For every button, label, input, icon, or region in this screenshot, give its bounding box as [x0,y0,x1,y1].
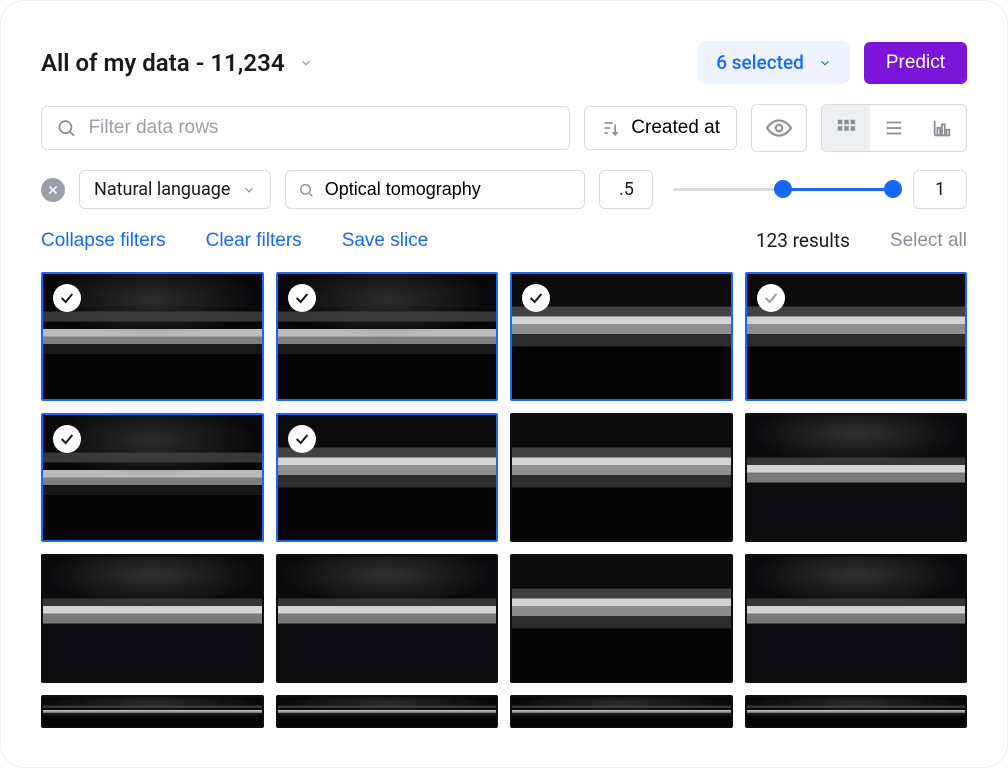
slider-fill [783,188,893,191]
selection-check[interactable] [53,284,81,312]
clear-filters-link[interactable]: Clear filters [206,230,302,252]
result-tile[interactable] [745,413,968,542]
check-icon [59,290,75,306]
slider-thumb-lo[interactable] [774,180,792,198]
selection-check[interactable] [288,284,316,312]
result-tile[interactable] [510,413,733,542]
selection-check[interactable] [53,425,81,453]
scan-thumbnail [43,697,262,726]
results-grid [41,272,967,728]
eye-icon [766,115,792,141]
selected-count-label: 6 selected [716,51,804,74]
visibility-button[interactable] [751,104,807,152]
predict-button[interactable]: Predict [864,42,967,84]
dataset-title: All of my data - 11,234 [41,49,285,77]
filter-rows-input[interactable] [89,117,556,139]
result-tile[interactable] [510,554,733,683]
nl-query-field[interactable] [285,170,585,209]
sort-icon [601,118,621,138]
search-icon [56,117,77,139]
scan-thumbnail [512,556,731,681]
scan-thumbnail [43,556,262,681]
filter-mode-dropdown[interactable]: Natural language [79,170,271,209]
list-icon [883,117,905,139]
view-mode-toggle [821,104,967,152]
selection-check[interactable] [757,284,785,312]
result-tile[interactable] [276,272,499,401]
chevron-down-icon [242,183,256,197]
bar-chart-icon [931,117,953,139]
range-max-box[interactable]: 1 [913,170,967,209]
result-tile[interactable] [745,272,968,401]
sort-label: Created at [631,117,720,139]
collapse-filters-link[interactable]: Collapse filters [41,230,166,252]
range-slider[interactable] [673,180,893,200]
search-icon [298,181,314,199]
result-tile[interactable] [41,413,264,542]
view-list-button[interactable] [870,105,918,151]
check-icon [59,431,75,447]
result-tile[interactable] [276,695,499,728]
result-tile[interactable] [41,554,264,683]
dataset-title-dropdown[interactable]: All of my data - 11,234 [41,49,313,77]
scan-thumbnail [512,697,731,726]
result-tile[interactable] [276,413,499,542]
clear-filter-button[interactable] [41,178,65,202]
slider-thumb-hi[interactable] [884,180,902,198]
select-all-link[interactable]: Select all [890,230,967,252]
selected-count-pill[interactable]: 6 selected [698,41,850,84]
result-tile[interactable] [41,272,264,401]
result-tile[interactable] [41,695,264,728]
grid-icon [835,117,857,139]
check-icon [294,431,310,447]
nl-query-input[interactable] [325,179,573,200]
scan-thumbnail [747,415,966,540]
sort-button[interactable]: Created at [584,106,737,150]
chevron-down-icon [818,56,832,70]
filter-rows-field[interactable] [41,106,570,150]
selection-check[interactable] [288,425,316,453]
view-grid-button[interactable] [822,105,870,151]
chevron-down-icon [299,56,313,70]
result-tile[interactable] [745,554,968,683]
results-count: 123 results [756,229,850,252]
scan-thumbnail [747,697,966,726]
result-tile[interactable] [745,695,968,728]
selection-check[interactable] [522,284,550,312]
scan-thumbnail [512,415,731,540]
check-icon [763,290,779,306]
range-min-box[interactable]: .5 [599,170,653,209]
filter-mode-label: Natural language [94,179,230,200]
scan-thumbnail [747,556,966,681]
result-tile[interactable] [510,272,733,401]
check-icon [294,290,310,306]
close-icon [47,184,59,196]
scan-thumbnail [278,556,497,681]
scan-thumbnail [278,697,497,726]
save-slice-link[interactable]: Save slice [342,230,429,252]
view-chart-button[interactable] [918,105,966,151]
result-tile[interactable] [276,554,499,683]
check-icon [528,290,544,306]
result-tile[interactable] [510,695,733,728]
